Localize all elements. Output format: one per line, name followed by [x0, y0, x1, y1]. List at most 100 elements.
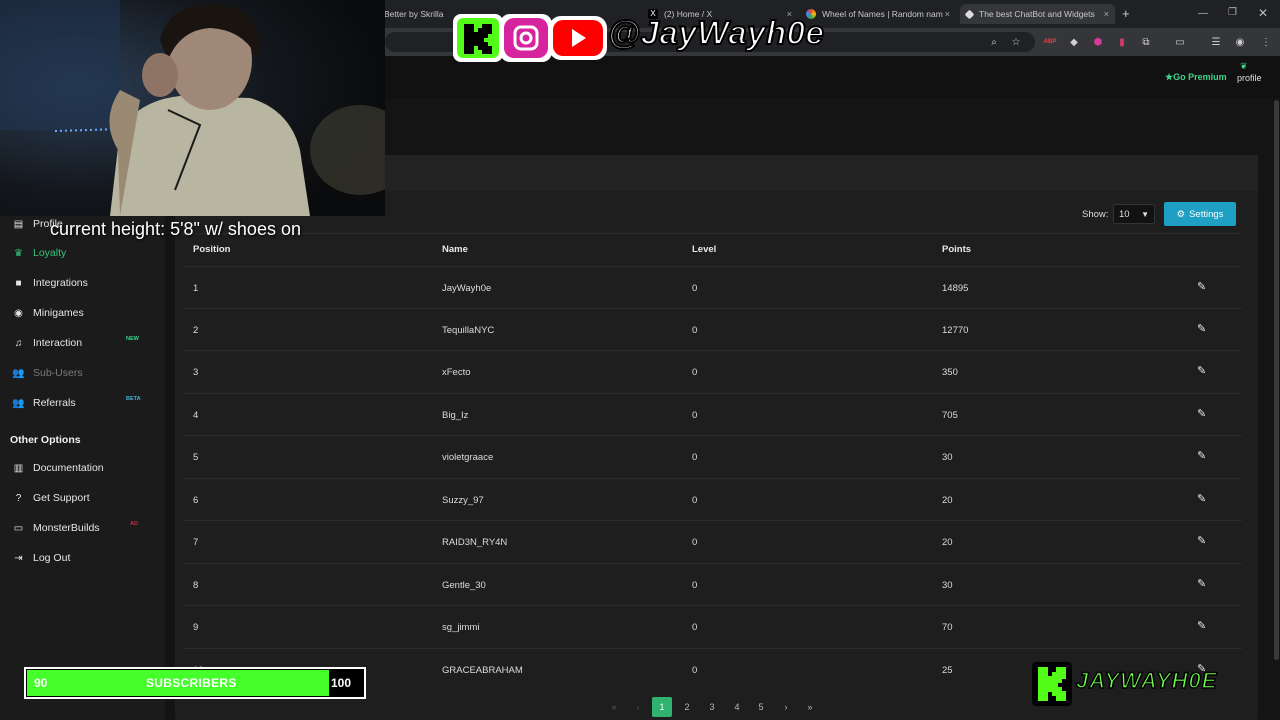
browser-tab-chatbot[interactable]: The best ChatBot and Widgets ×: [960, 4, 1115, 24]
header-divider: [183, 233, 1242, 234]
first-page-button[interactable]: «: [604, 697, 624, 717]
sidebar-item-log-out[interactable]: ⇥ Log Out: [12, 548, 70, 568]
cell-points: 20: [942, 495, 953, 506]
tab-label: Better by Skrilla: [384, 9, 444, 19]
sidebar-item-label: Documentation: [33, 462, 104, 474]
edit-pencil-icon[interactable]: ✎: [1197, 534, 1206, 547]
cell-level: 0: [692, 410, 698, 421]
profile-avatar-icon[interactable]: ◉: [1232, 34, 1248, 50]
edit-pencil-icon[interactable]: ✎: [1197, 492, 1206, 505]
edit-pencil-icon[interactable]: ✎: [1197, 280, 1206, 293]
page-button-1[interactable]: 1: [652, 697, 672, 717]
table-row: 2 TequillaNYC 0 12770 ✎: [183, 308, 1242, 350]
page-button-5[interactable]: 5: [751, 697, 771, 717]
page-button-3[interactable]: 3: [702, 697, 722, 717]
sidebar-item-monsterbuilds[interactable]: ▭ MonsterBuilds: [12, 518, 100, 538]
extension-shield-icon[interactable]: ⬢: [1090, 34, 1106, 50]
cell-level: 0: [692, 367, 698, 378]
cell-level: 0: [692, 325, 698, 336]
cell-name: GRACEABRAHAM: [442, 665, 523, 676]
bookmark-star-icon[interactable]: ☆: [1008, 34, 1024, 50]
sidebar-item-get-support[interactable]: ? Get Support: [12, 488, 90, 508]
channel-logo-text: JAYWAYH0E: [1075, 667, 1218, 694]
reading-list-icon[interactable]: ☰: [1208, 34, 1224, 50]
cast-icon[interactable]: ▭: [1172, 34, 1188, 50]
cell-level: 0: [692, 452, 698, 463]
column-header-level[interactable]: Level: [692, 244, 716, 255]
profile-link[interactable]: profile: [1237, 73, 1262, 83]
table-row: 4 Big_Iz 0 705 ✎: [183, 393, 1242, 435]
edit-pencil-icon[interactable]: ✎: [1197, 407, 1206, 420]
zoom-icon[interactable]: ⌕: [986, 34, 1002, 50]
next-page-button[interactable]: ›: [776, 697, 796, 717]
new-tab-button[interactable]: +: [1122, 6, 1130, 21]
sidebar-item-label: Get Support: [33, 492, 90, 504]
star-icon: ★: [1165, 72, 1174, 82]
extensions-puzzle-icon[interactable]: ⧉: [1138, 34, 1154, 50]
browser-tab-wheel-of-names[interactable]: Wheel of Names | Random nam ×: [806, 4, 956, 24]
sidebar-item-minigames[interactable]: ◉ Minigames: [12, 303, 84, 323]
cell-position: 5: [193, 452, 199, 463]
column-header-name[interactable]: Name: [442, 244, 468, 255]
logout-icon: ⇥: [14, 552, 23, 564]
prev-page-button[interactable]: ‹: [628, 697, 648, 717]
sidebar-item-label: Log Out: [33, 552, 71, 564]
sidebar-item-sub-users[interactable]: 👥 Sub-Users: [12, 363, 83, 383]
minimize-icon[interactable]: —: [1198, 8, 1208, 19]
book-icon: ▥: [13, 462, 24, 474]
site-favicon-icon: [964, 9, 975, 19]
browser-tab-skrilla[interactable]: Better by Skrilla: [384, 4, 444, 24]
sidebar-item-label: Sub-Users: [33, 367, 83, 379]
edit-pencil-icon[interactable]: ✎: [1197, 449, 1206, 462]
close-window-icon[interactable]: ✕: [1258, 6, 1268, 20]
extension-diamond-icon[interactable]: ◆: [1066, 34, 1082, 50]
cell-name: Gentle_30: [442, 580, 486, 591]
cell-level: 0: [692, 283, 698, 294]
close-tab-icon[interactable]: ×: [1104, 9, 1109, 19]
sidebar-item-referrals[interactable]: 👥 Referrals: [12, 393, 75, 413]
show-label: Show:: [1082, 209, 1109, 220]
cell-position: 1: [193, 283, 199, 294]
social-handle: @JayWayh0e: [607, 13, 825, 52]
cell-points: 30: [942, 580, 953, 591]
cell-points: 12770: [942, 325, 969, 336]
adblock-extension-icon[interactable]: ABP: [1042, 34, 1058, 50]
extension-bar-icon[interactable]: ▮: [1114, 34, 1130, 50]
edit-pencil-icon[interactable]: ✎: [1197, 577, 1206, 590]
ad-badge: AD: [130, 521, 138, 527]
cell-points: 705: [942, 410, 958, 421]
cell-name: Big_Iz: [442, 410, 469, 421]
webcam-feed: [0, 0, 385, 216]
page-button-4[interactable]: 4: [727, 697, 747, 717]
table-row: 1 JayWayh0e 0 14895 ✎: [183, 266, 1242, 308]
edit-pencil-icon[interactable]: ✎: [1197, 619, 1206, 632]
page-size-value: 10: [1119, 208, 1130, 220]
go-premium-link[interactable]: ★Go Premium: [1165, 72, 1227, 83]
restore-icon[interactable]: ❐: [1228, 7, 1237, 18]
table-row: 8 Gentle_30 0 30 ✎: [183, 563, 1242, 605]
column-header-position[interactable]: Position: [193, 244, 230, 255]
cell-name: JayWayh0e: [442, 283, 492, 294]
sidebar-item-loyalty[interactable]: ♛ Loyalty: [12, 243, 66, 263]
last-page-button[interactable]: »: [800, 697, 820, 717]
page-size-select[interactable]: 10 ▼: [1113, 204, 1155, 224]
edit-pencil-icon[interactable]: ✎: [1197, 322, 1206, 335]
page-scrollbar[interactable]: [1274, 100, 1279, 660]
edit-pencil-icon[interactable]: ✎: [1197, 364, 1206, 377]
cell-position: 6: [193, 495, 199, 506]
sidebar-item-documentation[interactable]: ▥ Documentation: [12, 458, 104, 478]
sidebar-item-label: MonsterBuilds: [33, 522, 100, 534]
close-tab-icon[interactable]: ×: [945, 9, 950, 19]
cell-level: 0: [692, 622, 698, 633]
column-header-points[interactable]: Points: [942, 244, 971, 255]
users-icon: 👥: [12, 367, 25, 379]
gear-icon: ⚙: [1176, 208, 1186, 220]
table-row: 5 violetgraace 0 30 ✎: [183, 435, 1242, 477]
sidebar-item-integrations[interactable]: ■ Integrations: [12, 273, 87, 293]
cell-name: TequillaNYC: [442, 325, 495, 336]
cell-points: 14895: [942, 283, 969, 294]
cell-name: violetgraace: [442, 452, 494, 463]
browser-menu-icon[interactable]: ⋮: [1258, 34, 1274, 50]
page-button-2[interactable]: 2: [677, 697, 697, 717]
settings-button[interactable]: ⚙ Settings: [1164, 202, 1236, 226]
